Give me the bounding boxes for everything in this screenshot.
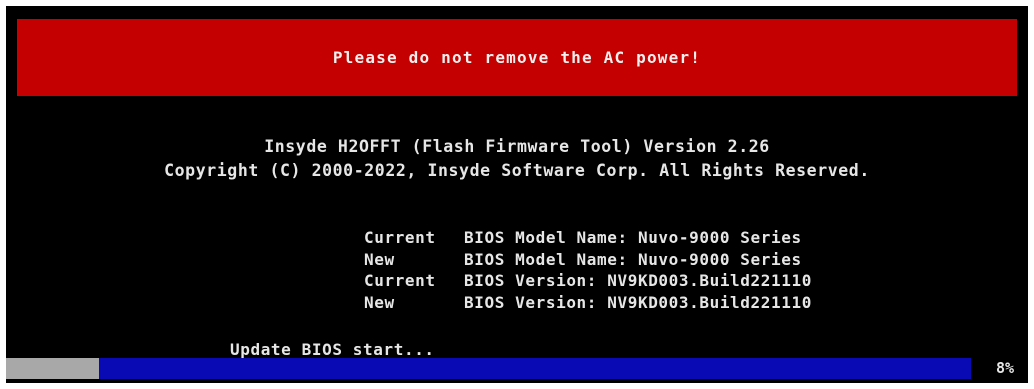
- progress-fill: [6, 358, 99, 379]
- info-label: BIOS Model Name:: [464, 249, 628, 269]
- bios-info-row-new-version: New BIOS Version: NV9KD003.Build221110: [364, 293, 812, 315]
- bios-info-panel: Current BIOS Model Name: Nuvo-9000 Serie…: [364, 228, 812, 314]
- warning-banner: Please do not remove the AC power!: [17, 19, 1017, 96]
- info-label-prefix: Current: [364, 271, 436, 290]
- info-label-prefix: New: [364, 292, 395, 312]
- info-value: NV9KD003.Build221110: [607, 271, 812, 290]
- bios-info-row-new-model: New BIOS Model Name: Nuvo-9000 Series: [364, 250, 812, 272]
- bios-info-row-current-model: Current BIOS Model Name: Nuvo-9000 Serie…: [364, 228, 812, 250]
- info-value: Nuvo-9000 Series: [637, 228, 802, 247]
- info-label-prefix: Current: [364, 228, 436, 247]
- status-text: Update BIOS start...: [230, 340, 435, 359]
- progress-bar: [6, 358, 971, 379]
- bios-flash-screen: Please do not remove the AC power! Insyd…: [6, 6, 1028, 383]
- info-label-prefix: New: [364, 249, 395, 269]
- info-label: BIOS Version:: [464, 271, 598, 290]
- info-label: BIOS Version:: [464, 292, 598, 312]
- tool-title: Insyde H2OFFT (Flash Firmware Tool) Vers…: [264, 137, 770, 156]
- warning-text: Please do not remove the AC power!: [332, 48, 702, 67]
- bios-info-row-current-version: Current BIOS Version: NV9KD003.Build2211…: [364, 271, 812, 293]
- info-value: Nuvo-9000 Series: [637, 249, 802, 269]
- info-label: BIOS Model Name:: [464, 228, 628, 247]
- info-value: NV9KD003.Build221110: [607, 292, 812, 312]
- page: Please do not remove the AC power! Insyd…: [0, 0, 1034, 389]
- progress-percent: 8%: [996, 359, 1015, 377]
- copyright-text: Copyright (C) 2000-2022, Insyde Software…: [164, 161, 870, 180]
